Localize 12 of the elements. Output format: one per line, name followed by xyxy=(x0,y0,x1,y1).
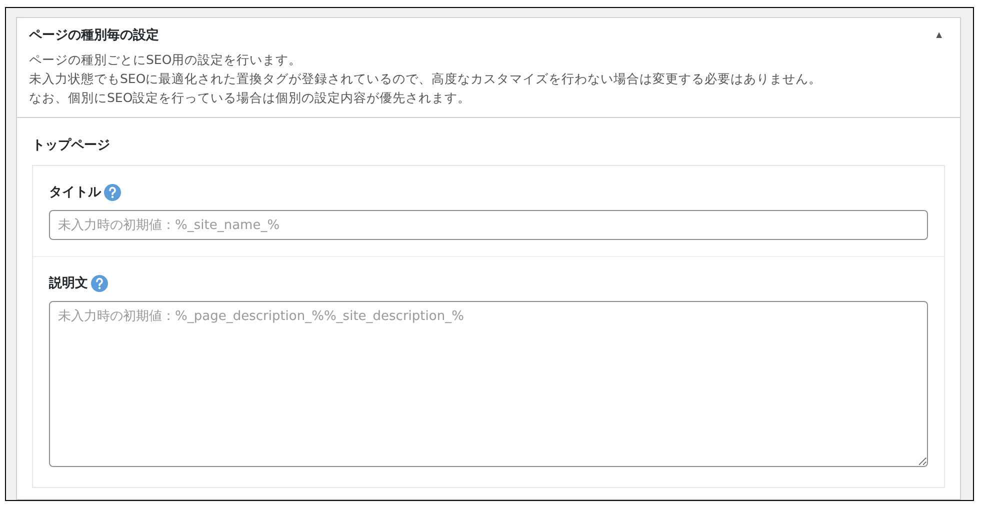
help-icon[interactable] xyxy=(104,184,121,200)
description-textarea[interactable]: 未入力時の初期値：%_page_description_%%_site_description_% xyxy=(49,301,928,467)
section-title: トップページ xyxy=(32,136,110,154)
description-text: なお、個別にSEO設定を行っている場合は個別の設定内容が優先されます。 xyxy=(29,89,472,107)
help-icon[interactable] xyxy=(91,274,108,292)
field-label: 説明文 xyxy=(49,274,88,292)
field-label: タイトル xyxy=(49,184,101,201)
panel-title: ページの種別毎の設定 xyxy=(29,26,159,44)
collapse-toggle[interactable]: ▲ xyxy=(930,30,948,40)
description-text: ページの種別ごとにSEO用の設定を行います。 xyxy=(29,51,303,69)
description-text: 未入力状態でもSEOに最適化された置換タグが登録されているので、高度なカスタマイズを行わない場合は変更する必要はありません。 xyxy=(29,70,823,88)
title-input[interactable]: 未入力時の初期値：%_site_name_% xyxy=(49,210,928,240)
